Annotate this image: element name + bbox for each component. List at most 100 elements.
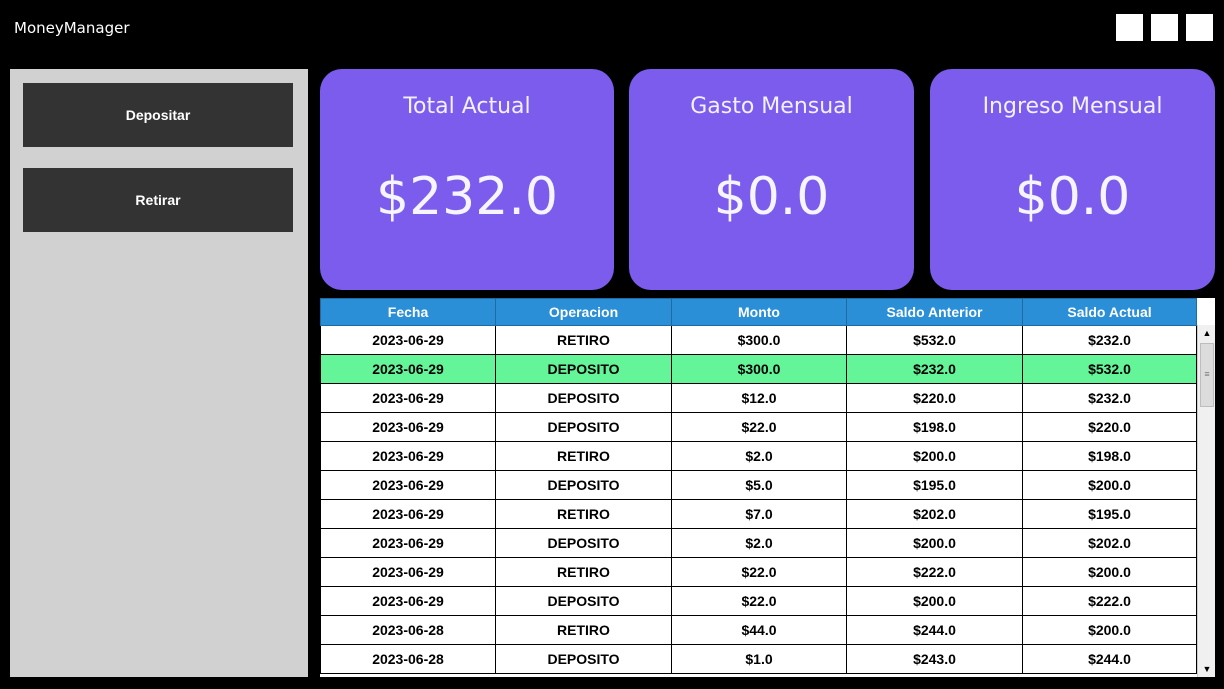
minimize-button[interactable] <box>1116 14 1143 41</box>
cell-operacion: RETIRO <box>495 557 672 587</box>
cell-monto: $1.0 <box>671 644 847 674</box>
table-row[interactable]: 2023-06-28 DEPOSITO $1.0 $243.0 $244.0 <box>320 644 1197 674</box>
table-row[interactable]: 2023-06-29 RETIRO $22.0 $222.0 $200.0 <box>320 557 1197 587</box>
cell-operacion: DEPOSITO <box>495 644 672 674</box>
cell-saldo-actual: $222.0 <box>1022 586 1197 616</box>
cell-saldo-anterior: $222.0 <box>846 557 1023 587</box>
withdraw-button[interactable]: Retirar <box>23 168 293 232</box>
cell-monto: $22.0 <box>671 586 847 616</box>
table-row[interactable]: 2023-06-29 RETIRO $7.0 $202.0 $195.0 <box>320 499 1197 529</box>
expense-card-value: $0.0 <box>713 167 830 227</box>
table-row[interactable]: 2023-06-29 RETIRO $300.0 $532.0 $232.0 <box>320 325 1197 355</box>
cell-fecha: 2023-06-29 <box>320 528 496 558</box>
scroll-thumb[interactable]: ≡ <box>1200 343 1214 407</box>
cell-saldo-anterior: $200.0 <box>846 586 1023 616</box>
maximize-button[interactable] <box>1151 14 1178 41</box>
grip-icon: ≡ <box>1204 369 1210 379</box>
cell-saldo-anterior: $232.0 <box>846 354 1023 384</box>
title-bar: MoneyManager <box>0 0 1224 57</box>
cell-fecha: 2023-06-29 <box>320 325 496 355</box>
total-card-title: Total Actual <box>403 94 531 119</box>
close-button[interactable] <box>1186 14 1213 41</box>
cell-operacion: DEPOSITO <box>495 470 672 500</box>
cell-monto: $5.0 <box>671 470 847 500</box>
cell-monto: $22.0 <box>671 412 847 442</box>
column-header-fecha[interactable]: Fecha <box>320 298 496 326</box>
cell-fecha: 2023-06-29 <box>320 441 496 471</box>
cell-operacion: RETIRO <box>495 441 672 471</box>
scroll-up-icon[interactable]: ▲ <box>1198 325 1215 341</box>
column-header-monto[interactable]: Monto <box>671 298 847 326</box>
cell-saldo-actual: $202.0 <box>1022 528 1197 558</box>
cell-fecha: 2023-06-29 <box>320 470 496 500</box>
cell-monto: $2.0 <box>671 528 847 558</box>
cell-saldo-actual: $195.0 <box>1022 499 1197 529</box>
cell-saldo-actual: $200.0 <box>1022 615 1197 645</box>
total-card: Total Actual $232.0 <box>320 69 614 290</box>
cell-fecha: 2023-06-29 <box>320 354 496 384</box>
cell-monto: $22.0 <box>671 557 847 587</box>
income-card-title: Ingreso Mensual <box>982 94 1163 119</box>
cell-monto: $7.0 <box>671 499 847 529</box>
cell-operacion: DEPOSITO <box>495 586 672 616</box>
table-row[interactable]: 2023-06-29 DEPOSITO $5.0 $195.0 $200.0 <box>320 470 1197 500</box>
cell-fecha: 2023-06-29 <box>320 383 496 413</box>
cell-fecha: 2023-06-29 <box>320 557 496 587</box>
income-card-value: $0.0 <box>1014 167 1131 227</box>
cell-operacion: DEPOSITO <box>495 412 672 442</box>
cell-fecha: 2023-06-28 <box>320 615 496 645</box>
cell-operacion: DEPOSITO <box>495 528 672 558</box>
table-header-row: Fecha Operacion Monto Saldo Anterior Sal… <box>320 298 1197 326</box>
cell-saldo-anterior: $200.0 <box>846 528 1023 558</box>
cell-saldo-anterior: $198.0 <box>846 412 1023 442</box>
table-row[interactable]: 2023-06-29 DEPOSITO $12.0 $220.0 $232.0 <box>320 383 1197 413</box>
cell-fecha: 2023-06-29 <box>320 412 496 442</box>
cell-saldo-actual: $220.0 <box>1022 412 1197 442</box>
cell-monto: $2.0 <box>671 441 847 471</box>
cell-saldo-anterior: $243.0 <box>846 644 1023 674</box>
expense-card-title: Gasto Mensual <box>690 94 853 119</box>
main-panel: Total Actual $232.0 Gasto Mensual $0.0 I… <box>308 69 1224 689</box>
table-row[interactable]: 2023-06-29 DEPOSITO $2.0 $200.0 $202.0 <box>320 528 1197 558</box>
table-row[interactable]: 2023-06-29 DEPOSITO $22.0 $198.0 $220.0 <box>320 412 1197 442</box>
cell-saldo-anterior: $220.0 <box>846 383 1023 413</box>
cell-saldo-anterior: $202.0 <box>846 499 1023 529</box>
vertical-scrollbar[interactable]: ▲ ≡ ▼ <box>1197 325 1215 677</box>
table-row[interactable]: 2023-06-29 RETIRO $2.0 $200.0 $198.0 <box>320 441 1197 471</box>
cell-fecha: 2023-06-29 <box>320 499 496 529</box>
cell-saldo-actual: $232.0 <box>1022 383 1197 413</box>
deposit-button[interactable]: Depositar <box>23 83 293 147</box>
cell-saldo-actual: $244.0 <box>1022 644 1197 674</box>
cell-saldo-anterior: $244.0 <box>846 615 1023 645</box>
column-header-operacion[interactable]: Operacion <box>495 298 672 326</box>
cell-saldo-anterior: $532.0 <box>846 325 1023 355</box>
cell-operacion: DEPOSITO <box>495 383 672 413</box>
transactions-table[interactable]: Fecha Operacion Monto Saldo Anterior Sal… <box>320 298 1215 677</box>
expense-card: Gasto Mensual $0.0 <box>629 69 914 290</box>
scroll-down-icon[interactable]: ▼ <box>1198 661 1215 677</box>
cell-operacion: DEPOSITO <box>495 354 672 384</box>
table-row[interactable]: 2023-06-28 RETIRO $44.0 $244.0 $200.0 <box>320 615 1197 645</box>
total-card-value: $232.0 <box>376 167 558 227</box>
sidebar: Depositar Retirar <box>10 69 308 677</box>
column-header-saldo-anterior[interactable]: Saldo Anterior <box>846 298 1023 326</box>
cell-operacion: RETIRO <box>495 325 672 355</box>
cell-saldo-actual: $232.0 <box>1022 325 1197 355</box>
cell-operacion: RETIRO <box>495 615 672 645</box>
cell-monto: $300.0 <box>671 354 847 384</box>
cell-monto: $300.0 <box>671 325 847 355</box>
cell-saldo-anterior: $200.0 <box>846 441 1023 471</box>
cell-monto: $12.0 <box>671 383 847 413</box>
cell-saldo-actual: $198.0 <box>1022 441 1197 471</box>
income-card: Ingreso Mensual $0.0 <box>930 69 1215 290</box>
cell-saldo-anterior: $195.0 <box>846 470 1023 500</box>
table-row[interactable]: 2023-06-29 DEPOSITO $300.0 $232.0 $532.0 <box>320 354 1197 384</box>
cell-operacion: RETIRO <box>495 499 672 529</box>
cell-saldo-actual: $532.0 <box>1022 354 1197 384</box>
cell-saldo-actual: $200.0 <box>1022 557 1197 587</box>
table-row[interactable]: 2023-06-29 DEPOSITO $22.0 $200.0 $222.0 <box>320 586 1197 616</box>
column-header-saldo-actual[interactable]: Saldo Actual <box>1022 298 1197 326</box>
cell-monto: $44.0 <box>671 615 847 645</box>
cell-fecha: 2023-06-29 <box>320 586 496 616</box>
app-title: MoneyManager <box>14 19 130 37</box>
